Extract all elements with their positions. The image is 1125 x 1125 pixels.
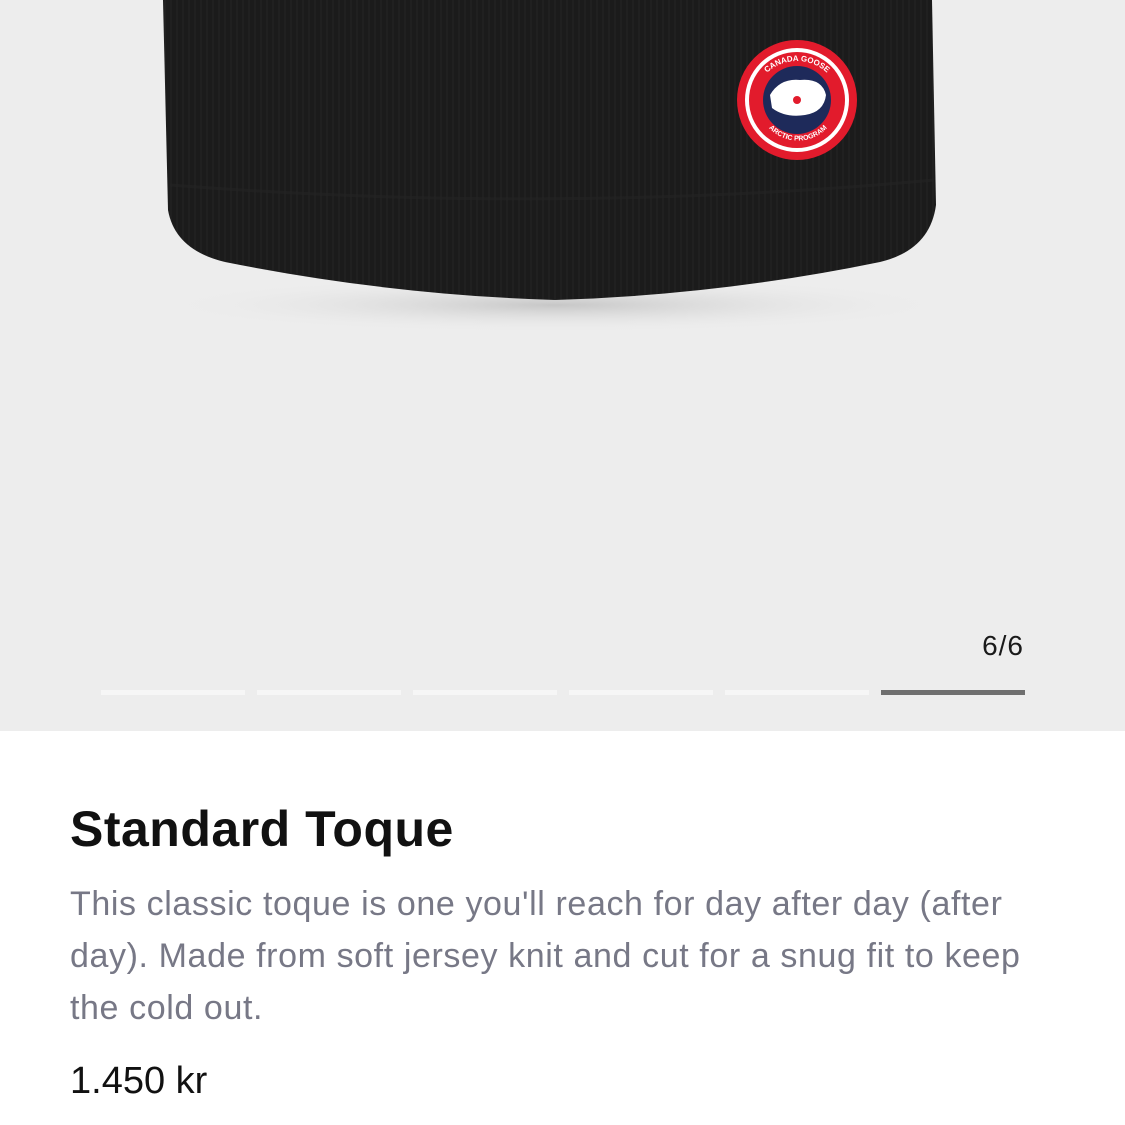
slide-indicator-1[interactable]	[101, 690, 245, 695]
product-page: CANADA GOOSE ARCTIC PROGRAM 6/6 Standard…	[0, 0, 1125, 1125]
arctic-program-patch: CANADA GOOSE ARCTIC PROGRAM	[737, 40, 857, 160]
product-image[interactable]: CANADA GOOSE ARCTIC PROGRAM	[0, 0, 1125, 731]
slide-indicator-3[interactable]	[413, 690, 557, 695]
image-gallery[interactable]: CANADA GOOSE ARCTIC PROGRAM 6/6	[0, 0, 1125, 731]
slide-indicator-6[interactable]	[881, 690, 1025, 695]
slide-indicator-2[interactable]	[257, 690, 401, 695]
product-title: Standard Toque	[70, 801, 454, 857]
product-description: This classic toque is one you'll reach f…	[70, 885, 1021, 1027]
slide-indicators	[101, 690, 1025, 696]
slide-indicator-4[interactable]	[569, 690, 713, 695]
slide-counter: 6/6	[982, 630, 1024, 661]
product-price: 1.450 kr	[70, 1060, 208, 1102]
slide-indicator-5[interactable]	[725, 690, 869, 695]
